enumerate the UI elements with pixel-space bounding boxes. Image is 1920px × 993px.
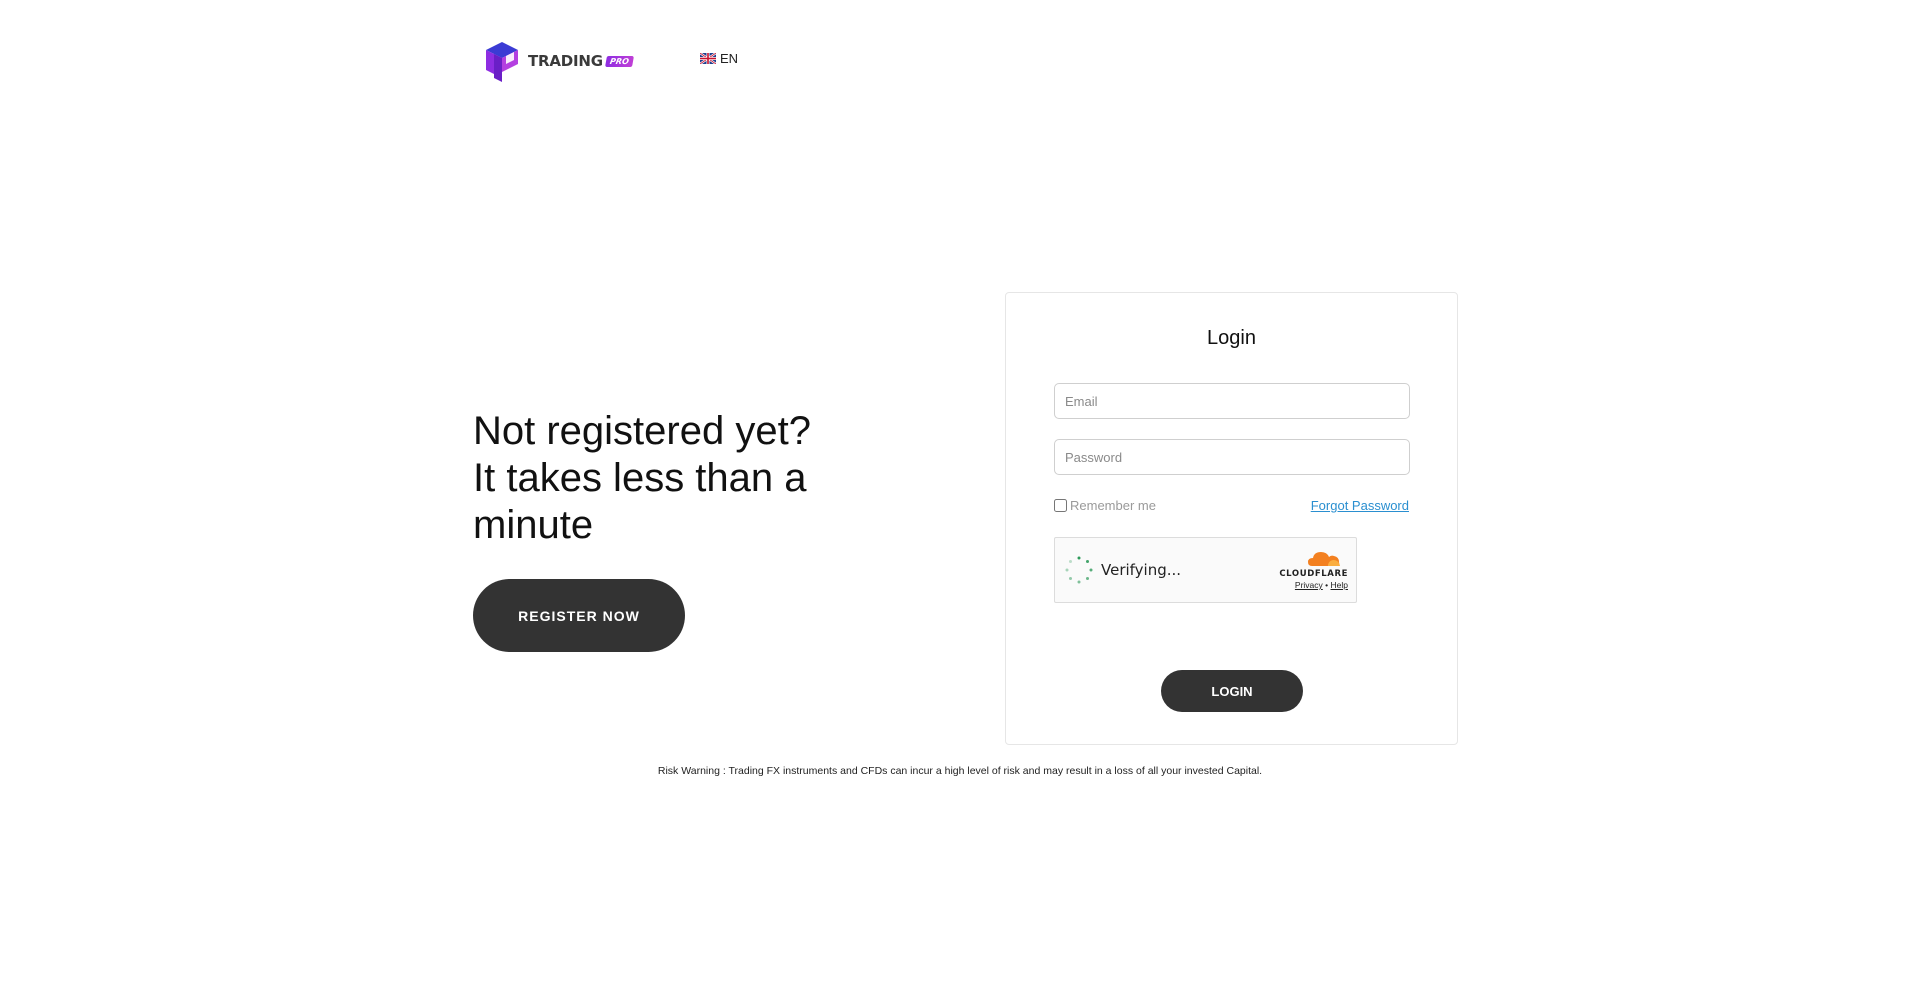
language-label: EN	[720, 51, 739, 66]
email-field[interactable]	[1054, 383, 1410, 419]
cloudflare-brand: CLOUDFLARE Privacy • Help	[1270, 548, 1348, 590]
language-selector[interactable]: EN	[700, 51, 738, 66]
remember-me-label: Remember me	[1070, 498, 1156, 513]
cloudflare-links: Privacy • Help	[1270, 580, 1348, 590]
login-card: Login Remember me Forgot Password Verify…	[1005, 292, 1458, 745]
cloudflare-cloud-icon	[1308, 552, 1340, 566]
promo-heading-line3: minute	[473, 503, 594, 547]
link-separator: •	[1325, 580, 1329, 590]
remember-me[interactable]: Remember me	[1054, 498, 1156, 513]
logo-cube-icon	[486, 42, 518, 82]
promo-heading-line1: Not registered yet?	[473, 409, 811, 453]
login-button[interactable]: LOGIN	[1161, 670, 1303, 712]
captcha-status: Verifying...	[1101, 561, 1182, 579]
logo-badge: PRO	[604, 55, 634, 67]
password-field[interactable]	[1054, 439, 1410, 475]
header: TRADING PRO EN	[480, 36, 738, 86]
risk-warning: Risk Warning : Trading FX instruments an…	[657, 765, 1263, 777]
logo-text: TRADING PRO	[528, 52, 634, 70]
forgot-password-link[interactable]: Forgot Password	[1311, 498, 1409, 513]
register-now-button[interactable]: REGISTER NOW	[473, 579, 685, 652]
promo-heading-line2: It takes less than a	[473, 456, 807, 500]
help-link[interactable]: Help	[1331, 580, 1348, 590]
remember-me-checkbox[interactable]	[1054, 499, 1067, 512]
uk-flag-icon	[700, 53, 716, 64]
register-promo: Not registered yet? It takes less than a…	[473, 408, 893, 652]
spinner-icon	[1065, 556, 1093, 584]
logo-word: TRADING	[528, 52, 603, 70]
cloudflare-captcha[interactable]: Verifying... CLOUDFLARE Privacy • Help	[1054, 537, 1357, 603]
privacy-link[interactable]: Privacy	[1295, 580, 1323, 590]
cloudflare-wordmark: CLOUDFLARE	[1279, 569, 1348, 579]
promo-heading: Not registered yet? It takes less than a…	[473, 408, 893, 549]
logo[interactable]: TRADING PRO	[480, 38, 634, 84]
login-title: Login	[1207, 327, 1256, 349]
